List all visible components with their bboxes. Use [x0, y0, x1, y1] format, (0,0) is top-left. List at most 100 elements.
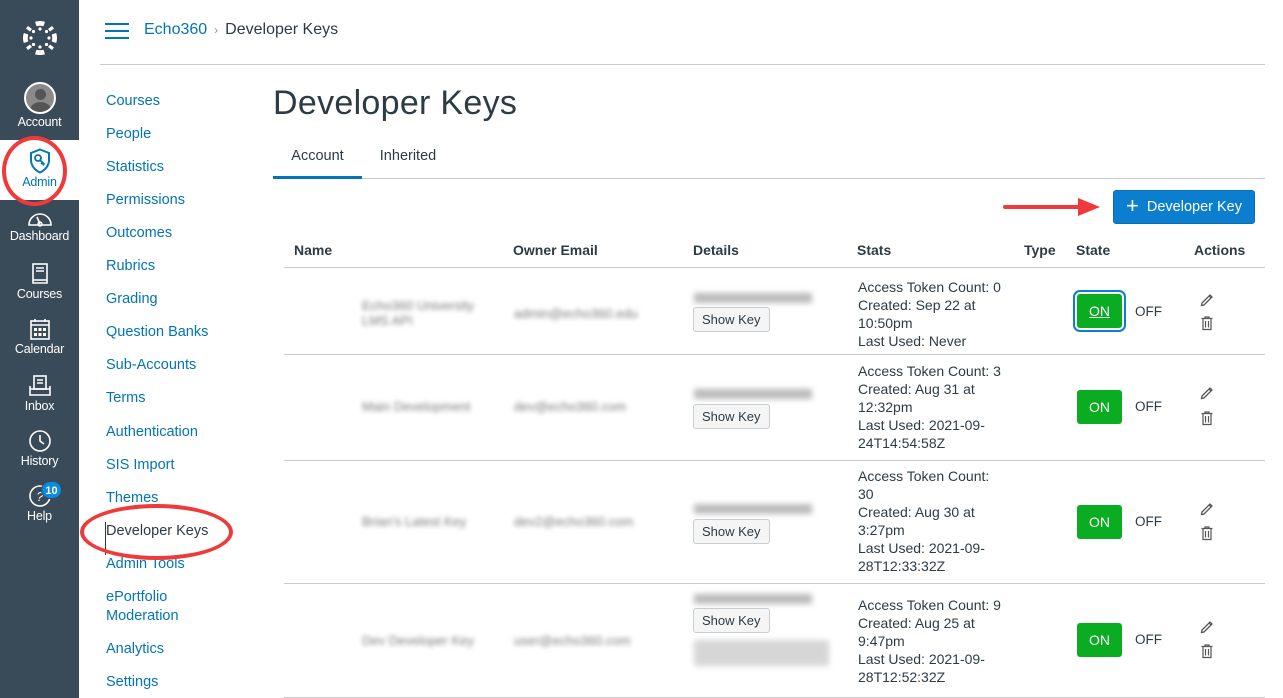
global-nav-history[interactable]: History: [0, 429, 79, 468]
calendar-icon: [29, 319, 50, 340]
stats-line: 30: [858, 486, 874, 502]
table-row: Dev Developer Key user@echo360.com Show …: [284, 584, 1265, 698]
stats-line: Access Token Count: 0: [858, 279, 1001, 295]
inbox-icon: [28, 375, 51, 396]
global-nav: Account Admin Dashboard Courses Calendar…: [0, 0, 79, 698]
global-nav-dashboard-label: Dashboard: [9, 229, 70, 243]
add-developer-key-label: Developer Key: [1146, 199, 1242, 215]
stats-line: Created: Aug 31 at: [858, 381, 975, 397]
show-key-button[interactable]: Show Key: [693, 307, 770, 332]
subnav-item-terms[interactable]: Terms: [106, 389, 256, 423]
subnav-item-statistics[interactable]: Statistics: [106, 158, 256, 191]
column-header-name: Name: [294, 242, 333, 258]
state-off-button[interactable]: OFF: [1135, 399, 1162, 414]
account-subnav: Courses People Statistics Permissions Ou…: [105, 92, 256, 698]
state-on-button[interactable]: ON: [1073, 290, 1126, 332]
key-description-redacted: [694, 640, 829, 666]
global-nav-inbox-label: Inbox: [24, 399, 55, 413]
stats-line: Last Used: 2021-09-: [858, 651, 985, 667]
global-nav-account-label: Account: [17, 115, 62, 129]
tab-list: Account Inherited: [273, 140, 1265, 179]
stats-line: Created: Sep 22 at: [858, 297, 976, 313]
delete-trash-icon[interactable]: [1199, 525, 1215, 541]
subnav-item-analytics[interactable]: Analytics: [106, 640, 256, 673]
edit-pencil-icon[interactable]: [1199, 501, 1215, 517]
dashboard-gauge-icon: [27, 213, 52, 227]
key-stats: Access Token Count: 3 Created: Aug 31 at…: [858, 362, 1008, 452]
column-header-owner-email: Owner Email: [513, 242, 598, 258]
developer-keys-table: Name Owner Email Details Stats Type Stat…: [284, 232, 1265, 698]
state-off-button[interactable]: OFF: [1135, 632, 1162, 647]
state-on-button[interactable]: ON: [1077, 623, 1122, 657]
column-header-state: State: [1076, 242, 1111, 258]
breadcrumb-separator-icon: ›: [214, 23, 219, 37]
show-key-button[interactable]: Show Key: [693, 519, 770, 544]
subnav-item-rubrics[interactable]: Rubrics: [106, 257, 256, 290]
subnav-item-people[interactable]: People: [106, 125, 256, 158]
global-nav-courses[interactable]: Courses: [0, 262, 79, 301]
global-nav-inbox[interactable]: Inbox: [0, 374, 79, 413]
stats-line: 3:27pm: [858, 522, 905, 538]
subnav-item-admin-tools[interactable]: Admin Tools: [106, 555, 256, 588]
plus-icon: +: [1126, 193, 1139, 218]
delete-trash-icon[interactable]: [1199, 643, 1215, 659]
column-header-actions: Actions: [1194, 242, 1246, 258]
subnav-item-sub-accounts[interactable]: Sub-Accounts: [106, 356, 256, 389]
subnav-item-settings[interactable]: Settings: [106, 673, 256, 698]
stats-line: Access Token Count:: [858, 468, 990, 484]
global-nav-calendar[interactable]: Calendar: [0, 317, 79, 356]
hamburger-menu-icon[interactable]: [105, 23, 129, 41]
show-key-button[interactable]: Show Key: [693, 608, 770, 633]
state-off-button[interactable]: OFF: [1135, 304, 1162, 319]
global-nav-account[interactable]: Account: [0, 82, 79, 136]
column-header-type: Type: [1024, 242, 1056, 258]
subnav-item-sis-import[interactable]: SIS Import: [106, 456, 256, 489]
global-nav-history-label: History: [20, 454, 59, 468]
key-owner-email: admin@echo360.edu: [514, 306, 638, 321]
tab-account[interactable]: Account: [273, 140, 362, 179]
key-stats: Access Token Count: 30 Created: Aug 30 a…: [858, 467, 998, 575]
stats-line: Access Token Count: 3: [858, 363, 1001, 379]
tab-inherited[interactable]: Inherited: [362, 140, 454, 179]
key-name: Echo360 University LMS API: [362, 298, 474, 328]
delete-trash-icon[interactable]: [1199, 315, 1215, 331]
key-name: Main Development: [362, 399, 471, 414]
global-nav-calendar-label: Calendar: [14, 342, 65, 356]
global-nav-courses-label: Courses: [16, 287, 63, 301]
add-developer-key-button[interactable]: + Developer Key: [1113, 190, 1255, 224]
delete-trash-icon[interactable]: [1199, 410, 1215, 426]
subnav-item-permissions[interactable]: Permissions: [106, 191, 256, 224]
breadcrumb-root-link[interactable]: Echo360: [144, 21, 207, 39]
page-header: Echo360 › Developer Keys: [100, 0, 1265, 65]
global-nav-help[interactable]: ? 10 Help: [0, 481, 79, 523]
key-stats: Access Token Count: 0 Created: Sep 22 at…: [858, 278, 1008, 350]
subnav-item-courses[interactable]: Courses: [106, 92, 256, 125]
state-on-button[interactable]: ON: [1077, 505, 1122, 539]
subnav-item-themes[interactable]: Themes: [106, 489, 256, 522]
subnav-item-developer-keys[interactable]: Developer Keys: [105, 522, 256, 555]
book-icon: [31, 263, 48, 284]
state-on-button[interactable]: ON: [1077, 390, 1122, 424]
edit-pencil-icon[interactable]: [1199, 619, 1215, 635]
global-nav-dashboard[interactable]: Dashboard: [0, 208, 79, 243]
subnav-item-outcomes[interactable]: Outcomes: [106, 224, 256, 257]
edit-pencil-icon[interactable]: [1199, 385, 1215, 401]
show-key-button[interactable]: Show Key: [693, 404, 770, 429]
subnav-item-question-banks[interactable]: Question Banks: [106, 323, 256, 356]
stats-line: Access Token Count: 9: [858, 597, 1001, 613]
stats-line: 10:50pm: [858, 315, 913, 331]
canvas-logo-icon[interactable]: [20, 18, 60, 58]
key-id-redacted: [694, 389, 812, 399]
avatar-icon: [23, 82, 56, 114]
breadcrumb: Echo360 › Developer Keys: [144, 21, 338, 39]
key-stats: Access Token Count: 9 Created: Aug 25 at…: [858, 596, 1008, 686]
global-nav-admin[interactable]: Admin: [0, 140, 79, 200]
subnav-item-authentication[interactable]: Authentication: [106, 423, 256, 456]
subnav-item-eportfolio-moderation[interactable]: ePortfolio Moderation: [106, 588, 196, 640]
key-id-redacted: [694, 594, 812, 604]
edit-pencil-icon[interactable]: [1199, 292, 1215, 308]
state-off-button[interactable]: OFF: [1135, 514, 1162, 529]
column-header-stats: Stats: [857, 242, 892, 258]
subnav-item-grading[interactable]: Grading: [106, 290, 256, 323]
stats-line: Last Used: 2021-09-: [858, 417, 985, 433]
